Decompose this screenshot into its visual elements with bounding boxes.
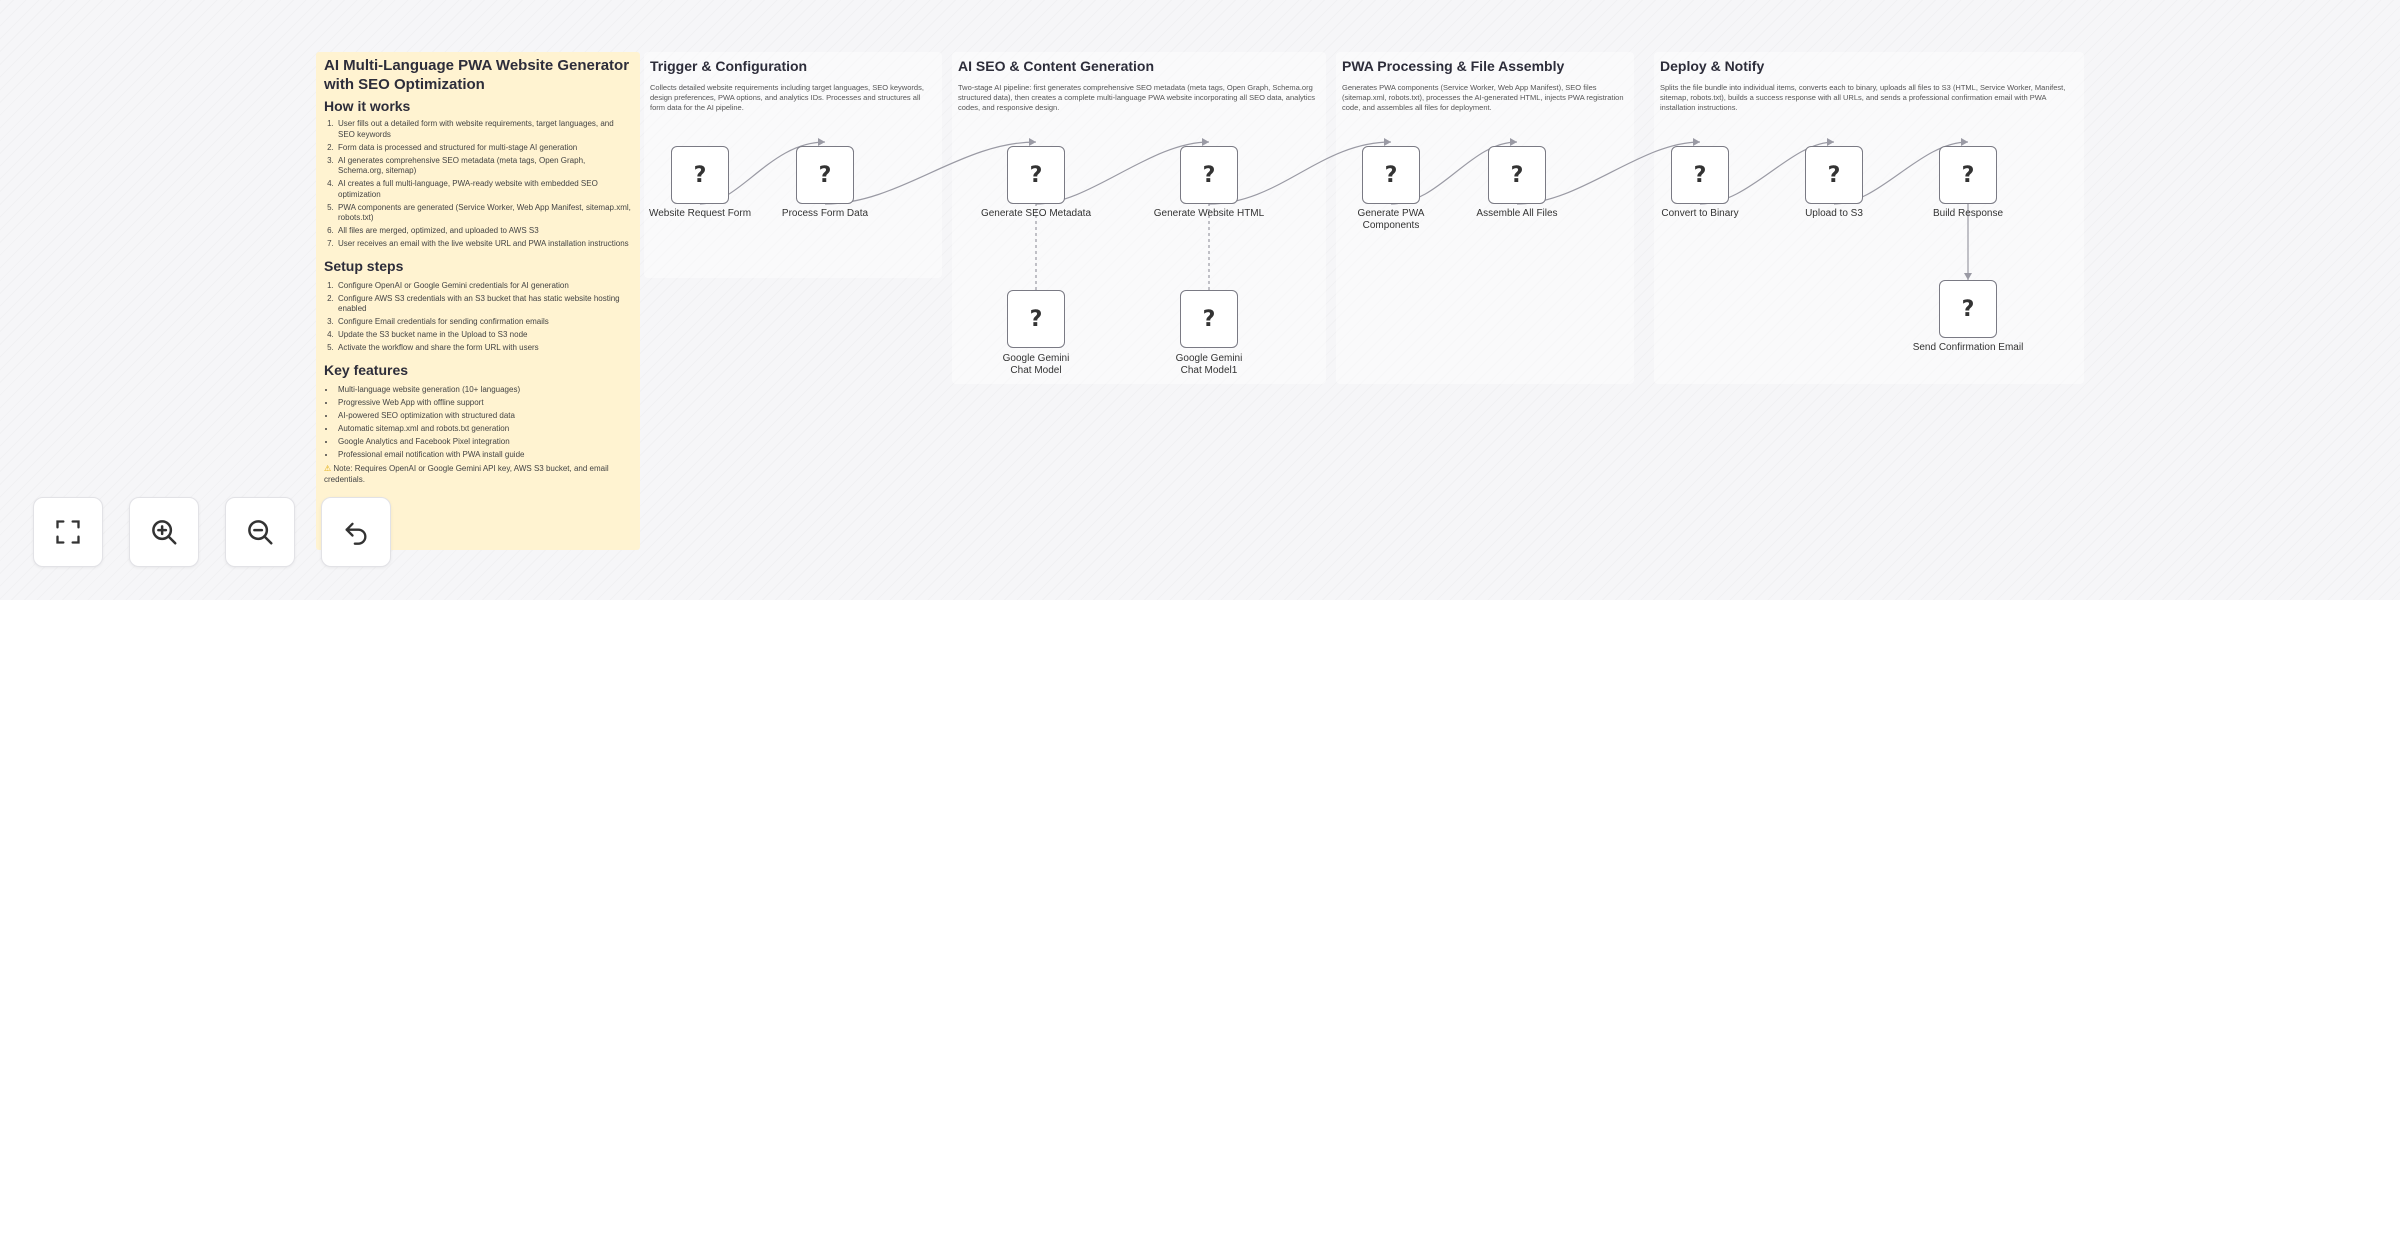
node-label: Convert to Binary <box>1661 208 1739 219</box>
list-item: AI-powered SEO optimization with structu… <box>336 411 632 422</box>
unknown-node-icon: ? <box>693 162 707 188</box>
zoom-out-icon <box>248 520 273 545</box>
node-label: Build Response <box>1932 208 2004 219</box>
unknown-node-icon: ? <box>1202 162 1216 188</box>
node-label: Generate Website HTML <box>1153 208 1265 219</box>
how-it-works-list: User fills out a detailed form with webs… <box>324 119 632 250</box>
section-description: Collects detailed website requirements i… <box>650 83 924 112</box>
node-generate-pwa-components[interactable]: ? <box>1362 146 1420 204</box>
list-item: Update the S3 bucket name in the Upload … <box>336 330 632 341</box>
setup-steps-list: Configure OpenAI or Google Gemini creden… <box>324 281 632 354</box>
unknown-node-icon: ? <box>1202 306 1216 332</box>
node-generate-website-html[interactable]: ? <box>1180 146 1238 204</box>
undo-button[interactable] <box>321 497 391 567</box>
unknown-node-icon: ? <box>1029 162 1043 188</box>
list-item: AI creates a full multi-language, PWA-re… <box>336 179 632 200</box>
list-item: Multi-language website generation (10+ l… <box>336 385 632 396</box>
list-item: Configure Email credentials for sending … <box>336 317 632 328</box>
unknown-node-icon: ? <box>1029 306 1043 332</box>
node-send-confirmation-email[interactable]: ? <box>1939 280 1997 338</box>
section-description: Two-stage AI pipeline: first generates c… <box>958 83 1315 112</box>
requirements-note: ⚠ Note: Requires OpenAI or Google Gemini… <box>324 463 632 485</box>
list-item: Google Analytics and Facebook Pixel inte… <box>336 437 632 448</box>
section-title: Deploy & Notify <box>1660 58 1765 74</box>
unknown-node-icon: ? <box>1827 162 1841 188</box>
zoom-in-button[interactable] <box>129 497 199 567</box>
fit-view-button[interactable] <box>33 497 103 567</box>
unknown-node-icon: ? <box>1693 162 1707 188</box>
how-it-works-heading: How it works <box>324 98 411 114</box>
list-item: AI generates comprehensive SEO metadata … <box>336 156 632 177</box>
node-upload-to-s3[interactable]: ? <box>1805 146 1863 204</box>
key-features-list: Multi-language website generation (10+ l… <box>324 385 632 461</box>
node-label: Generate PWA Components <box>1357 208 1425 231</box>
node-google-gemini-chat-model1[interactable]: ? <box>1180 290 1238 348</box>
node-label: Assemble All Files <box>1476 208 1558 219</box>
section-title: AI SEO & Content Generation <box>958 58 1155 74</box>
workflow-canvas[interactable]: AI Multi-Language PWA Website Generator … <box>0 0 2400 600</box>
zoom-out-button[interactable] <box>225 497 295 567</box>
node-website-request-form[interactable]: ? <box>671 146 729 204</box>
warning-icon: ⚠ <box>324 464 332 473</box>
requirements-note-text: Note: Requires OpenAI or Google Gemini A… <box>324 464 609 484</box>
node-google-gemini-chat-model[interactable]: ? <box>1007 290 1065 348</box>
node-label: Website Request Form <box>648 208 752 219</box>
list-item: User receives an email with the live web… <box>336 239 632 250</box>
setup-steps-heading: Setup steps <box>324 257 404 274</box>
key-features-heading: Key features <box>324 361 409 378</box>
zoom-in-icon <box>152 520 177 545</box>
list-item: Automatic sitemap.xml and robots.txt gen… <box>336 424 632 435</box>
overview-sticky-note[interactable]: AI Multi-Language PWA Website Generator … <box>316 52 640 550</box>
undo-icon <box>345 522 367 545</box>
node-label: Upload to S3 <box>1805 208 1863 219</box>
unknown-node-icon: ? <box>1961 162 1975 188</box>
list-item: Professional email notification with PWA… <box>336 450 632 461</box>
node-label: Send Confirmation Email <box>1912 342 2024 353</box>
list-item: Form data is processed and structured fo… <box>336 143 632 154</box>
node-generate-seo-metadata[interactable]: ? <box>1007 146 1065 204</box>
node-label: Process Form Data <box>781 208 869 219</box>
node-convert-to-binary[interactable]: ? <box>1671 146 1729 204</box>
list-item: Progressive Web App with offline support <box>336 398 632 409</box>
node-process-form-data[interactable]: ? <box>796 146 854 204</box>
node-label: Google Gemini Chat Model <box>1002 353 1070 376</box>
section-title: Trigger & Configuration <box>650 58 808 74</box>
section-description: Splits the file bundle into individual i… <box>1660 83 2066 112</box>
unknown-node-icon: ? <box>1510 162 1524 188</box>
unknown-node-icon: ? <box>1961 296 1975 322</box>
list-item: User fills out a detailed form with webs… <box>336 119 632 140</box>
workflow-title: AI Multi-Language PWA Website Generator … <box>324 57 630 93</box>
unknown-node-icon: ? <box>1384 162 1398 188</box>
node-assemble-all-files[interactable]: ? <box>1488 146 1546 204</box>
list-item: PWA components are generated (Service Wo… <box>336 203 632 224</box>
list-item: Activate the workflow and share the form… <box>336 343 632 354</box>
section-title: PWA Processing & File Assembly <box>1342 58 1565 74</box>
list-item: Configure OpenAI or Google Gemini creden… <box>336 281 632 292</box>
unknown-node-icon: ? <box>818 162 832 188</box>
expand-icon <box>56 520 80 544</box>
list-item: All files are merged, optimized, and upl… <box>336 226 632 237</box>
node-build-response[interactable]: ? <box>1939 146 1997 204</box>
node-label: Generate SEO Metadata <box>980 208 1092 219</box>
list-item: Configure AWS S3 credentials with an S3 … <box>336 294 632 315</box>
section-description: Generates PWA components (Service Worker… <box>1342 83 1624 112</box>
node-label: Google Gemini Chat Model1 <box>1175 353 1243 376</box>
